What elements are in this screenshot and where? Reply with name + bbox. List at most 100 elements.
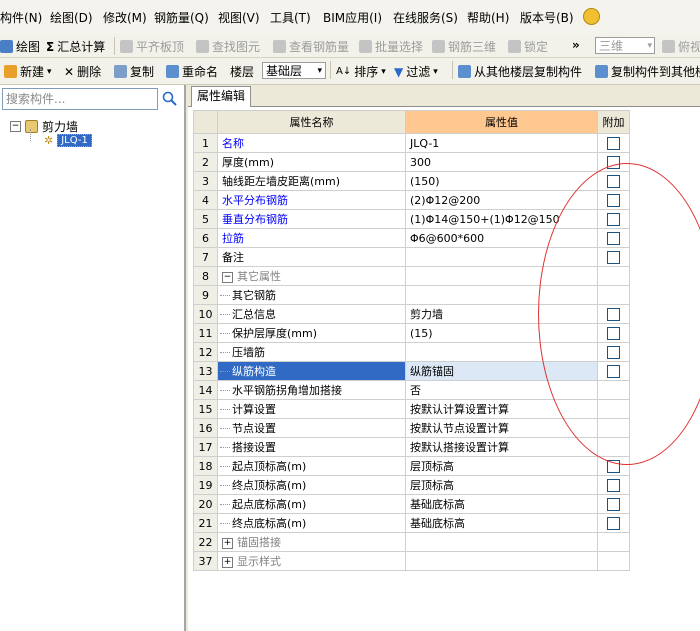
floor-select[interactable]: 基础层 ▾ — [262, 62, 326, 79]
collapse-toggle-icon[interactable]: − — [222, 271, 233, 283]
extra-checkbox[interactable] — [607, 307, 620, 321]
property-value[interactable]: 按默认计算设置计算 — [405, 399, 598, 419]
search-button[interactable] — [161, 90, 179, 108]
menu-component[interactable]: 构件(N) — [0, 9, 42, 26]
search-input[interactable]: 搜索构件... — [2, 88, 158, 110]
top-view-button[interactable]: 俯视 — [662, 38, 700, 55]
extra-checkbox[interactable] — [607, 174, 620, 188]
menu-version[interactable]: 版本号(B) — [520, 9, 574, 26]
menu-online-service[interactable]: 在线服务(S) — [393, 9, 458, 26]
toolbar-overflow-button[interactable]: » — [572, 38, 580, 52]
property-value[interactable] — [405, 285, 598, 305]
extra-checkbox[interactable] — [607, 516, 620, 530]
property-name-header[interactable]: 属性名称 — [217, 110, 406, 134]
extra-checkbox[interactable] — [607, 193, 620, 207]
property-value[interactable]: (2)Φ12@200 — [405, 190, 598, 210]
property-value[interactable]: 层顶标高 — [405, 456, 598, 476]
menu-bim[interactable]: BIM应用(I) — [323, 9, 382, 26]
table-row[interactable]: 19 终点顶标高(m) 层顶标高 — [193, 475, 630, 495]
expand-toggle-icon[interactable]: + — [222, 556, 233, 568]
table-row[interactable]: 15 计算设置 按默认计算设置计算 — [193, 399, 630, 419]
table-row[interactable]: 10 汇总信息 剪力墙 — [193, 304, 630, 324]
menu-modify[interactable]: 修改(M) — [103, 9, 147, 26]
draw-button[interactable]: 绘图 — [0, 38, 40, 55]
property-value[interactable] — [405, 342, 598, 362]
table-row[interactable]: 1 名称 JLQ-1 — [193, 133, 630, 153]
table-row[interactable]: 3 轴线距左墙皮距离(mm) (150) — [193, 171, 630, 191]
collapse-toggle-icon[interactable]: − — [10, 121, 21, 132]
tab-property-edit[interactable]: 属性编辑 — [191, 86, 252, 107]
property-value[interactable]: 按默认节点设置计算 — [405, 418, 598, 438]
table-row[interactable]: 6 拉筋 Φ6@600*600 — [193, 228, 630, 248]
extra-checkbox[interactable] — [607, 364, 620, 378]
copy-button[interactable]: 复制 — [114, 63, 154, 80]
extra-checkbox[interactable] — [607, 250, 620, 264]
property-value[interactable]: (1)Φ14@150+(1)Φ12@150 — [405, 209, 598, 229]
property-value[interactable]: 基础底标高 — [405, 494, 598, 514]
rebar-3d-button[interactable]: 钢筋三维 — [432, 38, 496, 55]
new-button[interactable]: 新建 ▾ — [4, 63, 52, 80]
menu-draw[interactable]: 绘图(D) — [50, 9, 93, 26]
property-value[interactable]: 基础底标高 — [405, 513, 598, 533]
menu-tools[interactable]: 工具(T) — [270, 9, 311, 26]
batch-select-button[interactable]: 批量选择 — [359, 38, 423, 55]
property-value-header[interactable]: 属性值 — [405, 110, 598, 134]
filter-button[interactable]: ▼ 过滤 ▾ — [394, 63, 438, 80]
copy-from-other-floor-button[interactable]: 从其他楼层复制构件 — [458, 63, 582, 80]
expand-toggle-icon[interactable]: + — [222, 537, 233, 549]
extra-checkbox[interactable] — [607, 478, 620, 492]
extra-header[interactable]: 附加 — [597, 110, 630, 134]
extra-checkbox[interactable] — [607, 459, 620, 473]
table-row[interactable]: 20 起点底标高(m) 基础底标高 — [193, 494, 630, 514]
delete-button[interactable]: ✕ 删除 — [64, 63, 101, 80]
table-row[interactable]: 21 终点底标高(m) 基础底标高 — [193, 513, 630, 533]
property-value[interactable] — [405, 247, 598, 267]
property-value[interactable]: 纵筋锚固 — [405, 361, 598, 381]
property-value[interactable]: Φ6@600*600 — [405, 228, 598, 248]
table-row[interactable]: 5 垂直分布钢筋 (1)Φ14@150+(1)Φ12@150 — [193, 209, 630, 229]
find-element-button[interactable]: 查找图元 — [196, 38, 260, 55]
extra-checkbox[interactable] — [607, 345, 620, 359]
table-row-group[interactable]: 22 + 锚固搭接 — [193, 532, 630, 552]
table-row-selected[interactable]: 13 纵筋构造 纵筋锚固 — [193, 361, 630, 381]
extra-checkbox[interactable] — [607, 212, 620, 226]
table-row[interactable]: 9 其它钢筋 — [193, 285, 630, 305]
property-value[interactable]: 层顶标高 — [405, 475, 598, 495]
summary-calc-button[interactable]: Σ 汇总计算 — [46, 38, 105, 55]
view-mode-select[interactable]: 三维 ▾ — [595, 37, 655, 54]
property-value[interactable]: (150) — [405, 171, 598, 191]
extra-checkbox[interactable] — [607, 326, 620, 340]
table-row-group[interactable]: 8 − 其它属性 — [193, 266, 630, 286]
table-row[interactable]: 14 水平钢筋拐角增加搭接 否 — [193, 380, 630, 400]
tree-node-jlq-1[interactable]: ✲ JLQ-1 — [44, 134, 92, 147]
menu-rebar-quantity[interactable]: 钢筋量(Q) — [154, 9, 209, 26]
property-value[interactable]: JLQ-1 — [405, 133, 598, 153]
property-value[interactable]: 剪力墙 — [405, 304, 598, 324]
view-rebar-quantity-button[interactable]: 查看钢筋量 — [273, 38, 349, 55]
property-value[interactable]: 按默认搭接设置计算 — [405, 437, 598, 457]
table-row[interactable]: 16 节点设置 按默认节点设置计算 — [193, 418, 630, 438]
user-avatar-icon[interactable] — [583, 8, 600, 25]
table-row-group[interactable]: 37 + 显示样式 — [193, 551, 630, 571]
copy-to-other-floor-button[interactable]: 复制构件到其他楼 — [595, 63, 700, 80]
extra-checkbox[interactable] — [607, 155, 620, 169]
extra-checkbox[interactable] — [607, 136, 620, 150]
table-row[interactable]: 2 厚度(mm) 300 — [193, 152, 630, 172]
table-row[interactable]: 18 起点顶标高(m) 层顶标高 — [193, 456, 630, 476]
menu-help[interactable]: 帮助(H) — [467, 9, 509, 26]
table-row[interactable]: 12 压墙筋 — [193, 342, 630, 362]
property-value[interactable]: 否 — [405, 380, 598, 400]
extra-checkbox[interactable] — [607, 231, 620, 245]
extra-checkbox[interactable] — [607, 497, 620, 511]
table-row[interactable]: 11 保护层厚度(mm) (15) — [193, 323, 630, 343]
table-row[interactable]: 7 备注 — [193, 247, 630, 267]
menu-view[interactable]: 视图(V) — [218, 9, 260, 26]
property-value[interactable]: 300 — [405, 152, 598, 172]
property-value[interactable]: (15) — [405, 323, 598, 343]
table-row[interactable]: 4 水平分布钢筋 (2)Φ12@200 — [193, 190, 630, 210]
lock-button[interactable]: 锁定 — [508, 38, 548, 55]
flat-slab-top-button[interactable]: 平齐板顶 — [120, 38, 184, 55]
tree-node-shear-wall[interactable]: − 剪力墙 — [10, 118, 78, 135]
table-row[interactable]: 17 搭接设置 按默认搭接设置计算 — [193, 437, 630, 457]
sort-button[interactable]: A↓ 排序 ▾ — [336, 63, 386, 80]
